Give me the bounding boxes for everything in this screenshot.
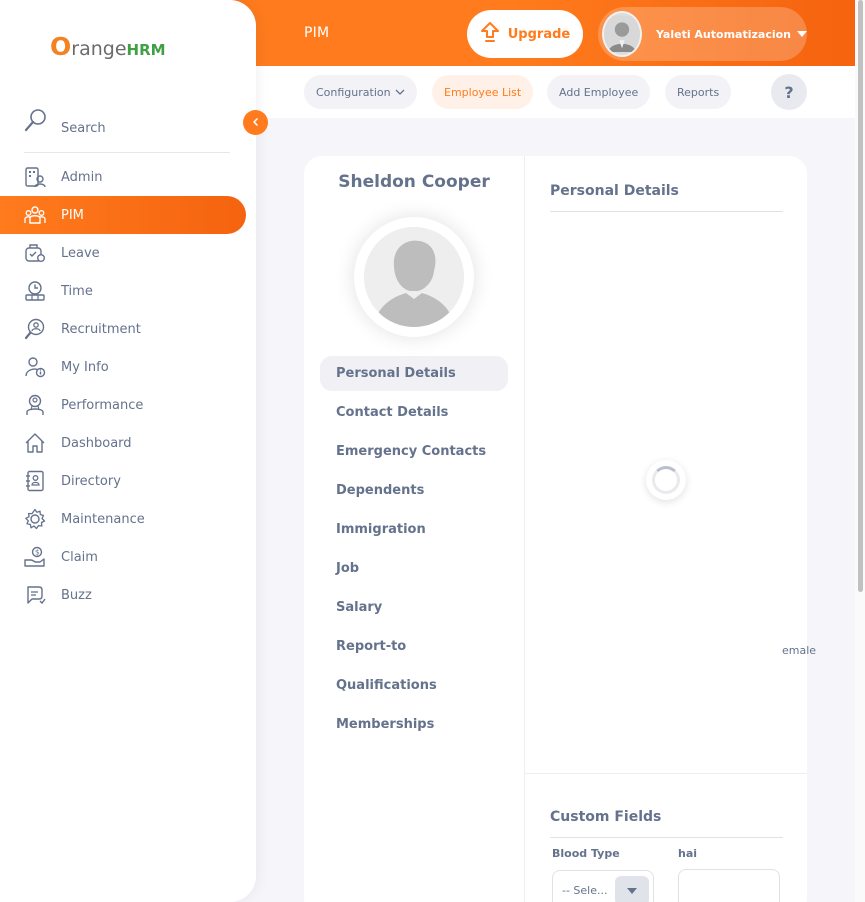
caret-down-icon [627,888,637,894]
avatar [364,227,464,327]
sidebar-item-label: My Info [61,359,109,375]
claim-icon: $ [24,546,46,568]
tab-salary[interactable]: Salary [320,590,508,625]
logo-o: O [50,32,72,61]
tab-label: Employee List [444,85,522,99]
chevron-left-icon [251,115,261,131]
sidebar-item-label: Dashboard [61,435,132,451]
employee-name: Sheldon Cooper [338,172,490,192]
page-title: PIM [304,25,330,41]
tab-qualifications[interactable]: Qualifications [320,668,508,703]
directory-icon [24,470,46,492]
card-vertical-divider [524,156,525,902]
sidebar-search[interactable]: Search [24,108,230,153]
employee-profile-picture[interactable] [354,217,474,337]
sidebar-item-leave[interactable]: Leave [0,234,256,272]
sidebar-item-maintenance[interactable]: Maintenance [0,500,256,538]
tab-configuration[interactable]: Configuration [304,75,417,109]
search-label: Search [61,121,106,136]
upgrade-button[interactable]: Upgrade [467,10,583,58]
gender-partial-text: emale [782,644,817,657]
tab-label: Configuration [316,85,391,99]
tab-report-to[interactable]: Report-to [320,629,508,664]
sidebar-item-my-info[interactable]: My Info [0,348,256,386]
custom-fields-title: Custom Fields [550,809,662,825]
section-divider [550,211,783,212]
scrollbar-thumb[interactable] [858,0,863,592]
avatar [602,11,642,57]
logo-hrm: HRM [126,41,166,59]
sidebar-item-label: Directory [61,473,121,489]
sidebar-item-label: Recruitment [61,321,141,337]
svg-text:$: $ [35,549,39,557]
pim-icon [24,204,46,226]
sidebar-item-time[interactable]: Time [0,272,256,310]
upgrade-arrow-icon [480,21,500,47]
card-horizontal-divider [524,773,807,774]
tab-reports[interactable]: Reports [665,75,732,109]
help-button[interactable]: ? [771,74,807,110]
sidebar-item-label: Leave [61,245,100,261]
loading-spinner [646,460,686,500]
tab-add-employee[interactable]: Add Employee [547,75,651,109]
spinner-ring [652,466,680,494]
upgrade-label: Upgrade [507,26,571,42]
sidebar-item-performance[interactable]: Performance [0,386,256,424]
hai-input[interactable] [678,869,780,902]
admin-icon [24,166,46,188]
home-icon [24,432,46,454]
leave-icon [24,242,46,264]
sidebar-item-buzz[interactable]: Buzz [0,576,256,614]
tab-memberships[interactable]: Memberships [320,707,508,742]
caret-down-icon [797,31,807,37]
tab-label: Add Employee [559,85,639,99]
sidebar: Orange HRM Search Admin PIM Leave Time Re… [0,0,256,902]
performance-icon [24,394,46,416]
tab-job[interactable]: Job [320,551,508,586]
tab-employee-list[interactable]: Employee List [432,75,534,109]
tab-immigration[interactable]: Immigration [320,512,508,547]
tab-personal-details[interactable]: Personal Details [320,356,508,391]
sidebar-item-claim[interactable]: $ Claim [0,538,256,576]
tab-contact-details[interactable]: Contact Details [320,395,508,430]
personal-details-title: Personal Details [550,183,679,199]
buzz-icon [24,584,46,606]
sidebar-item-label: Claim [61,549,98,565]
user-name: Yaleti Automatizacion [655,27,791,41]
sidebar-item-directory[interactable]: Directory [0,462,256,500]
sidebar-item-recruitment[interactable]: Recruitment [0,310,256,348]
sidebar-item-label: Admin [61,169,103,185]
sidebar-item-label: Performance [61,397,144,413]
sidebar-collapse-button[interactable] [243,110,268,135]
time-icon [24,280,46,302]
my-info-icon [24,356,46,378]
sidebar-item-dashboard[interactable]: Dashboard [0,424,256,462]
sidebar-item-label: PIM [61,207,84,223]
sidebar-item-label: Time [61,283,93,299]
dropdown-toggle[interactable] [615,876,649,902]
tab-dependents[interactable]: Dependents [320,473,508,508]
recruitment-icon [24,318,46,340]
section-divider [550,837,783,838]
tab-emergency-contacts[interactable]: Emergency Contacts [320,434,508,469]
select-value: -- Sele... [562,883,608,897]
main-menu: Admin PIM Leave Time Recruitment My Info… [0,158,256,614]
blood-type-select[interactable]: -- Sele... [552,870,654,902]
sidebar-item-label: Maintenance [61,511,145,527]
sidebar-item-admin[interactable]: Admin [0,158,256,196]
orangehrm-logo[interactable]: Orange HRM [50,32,166,61]
tab-label: Reports [677,85,720,99]
search-icon [24,108,48,138]
chevron-down-icon [395,86,405,99]
sidebar-item-pim[interactable]: PIM [0,196,246,234]
gear-icon [24,508,46,530]
logo-range: range [71,38,127,60]
sidebar-item-label: Buzz [61,587,92,603]
user-menu[interactable]: Yaleti Automatizacion [598,7,807,61]
blood-type-label: Blood Type [552,847,620,860]
hai-label: hai [678,847,698,860]
